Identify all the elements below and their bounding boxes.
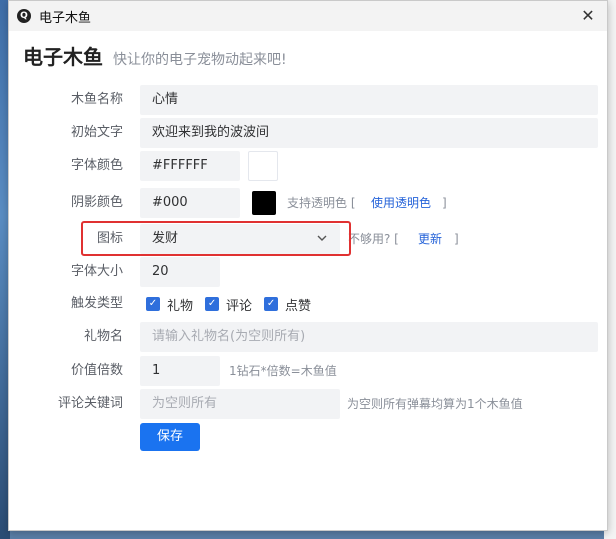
check-icon: ✓ xyxy=(146,297,160,311)
gift-name-label: 礼物名 xyxy=(83,329,123,344)
check-icon: ✓ xyxy=(264,297,279,311)
shadow-color-label: 阴影颜色 xyxy=(70,195,123,210)
not-enough-hint: 不够用? [ xyxy=(348,232,399,246)
page-subtitle: 快让你的电子宠物动起来吧! xyxy=(113,52,287,68)
update-link[interactable]: 更新 xyxy=(418,224,442,254)
font-size-input[interactable]: 20 xyxy=(140,257,220,287)
value-multiplier-input[interactable]: 1 xyxy=(140,356,220,386)
comment-keyword-hint: 为空则所有弹幕均算为1个木鱼值 xyxy=(347,397,523,411)
app-window: Q 电子木鱼 ✕ 电子木鱼 快让你的电子宠物动起来吧! 木鱼名称 心情 初始文字… xyxy=(8,0,608,531)
like-checkbox[interactable]: ✓ 点赞 xyxy=(264,295,311,314)
shadow-color-swatch xyxy=(252,191,276,215)
font-color-row: 字体颜色 #FFFFFF xyxy=(9,151,609,181)
page-title: 电子木鱼 xyxy=(23,45,103,69)
font-color-input[interactable]: #FFFFFF xyxy=(140,151,240,181)
name-row: 木鱼名称 心情 xyxy=(9,85,609,115)
shadow-color-input[interactable]: #000 xyxy=(140,188,240,218)
close-button[interactable]: ✕ xyxy=(577,5,599,27)
comment-keyword-input[interactable]: 为空则所有 xyxy=(140,389,340,419)
gift-name-input[interactable]: 请输入礼物名(为空则所有) xyxy=(140,322,598,352)
name-label: 木鱼名称 xyxy=(70,92,123,107)
font-color-swatch xyxy=(251,155,275,179)
initial-text-input[interactable]: 欢迎来到我的波波间 xyxy=(140,118,598,148)
shadow-color-picker[interactable] xyxy=(248,188,278,218)
window-title: 电子木鱼 xyxy=(39,10,92,26)
initial-text-row: 初始文字 欢迎来到我的波波间 xyxy=(9,118,609,148)
app-logo-icon: Q xyxy=(17,9,31,23)
trigger-type-row: 触发类型 ✓ 礼物 ✓ 评论 ✓ 点赞 xyxy=(9,289,609,319)
gift-checkbox[interactable]: ✓ 礼物 xyxy=(146,295,193,314)
value-multiplier-row: 价值倍数 1 1钻石*倍数=木鱼值 xyxy=(9,356,609,386)
use-transparent-link[interactable]: 使用透明色 xyxy=(371,188,431,218)
gift-name-row: 礼物名 请输入礼物名(为空则所有) xyxy=(9,322,609,352)
save-button[interactable]: 保存 xyxy=(140,423,200,451)
comment-keyword-label: 评论关键词 xyxy=(57,396,123,411)
trigger-type-label: 触发类型 xyxy=(70,296,123,311)
transparent-hint: 支持透明色 [ xyxy=(287,196,356,210)
comment-keyword-row: 评论关键词 为空则所有 为空则所有弹幕均算为1个木鱼值 xyxy=(9,389,609,419)
title-bar: Q 电子木鱼 ✕ xyxy=(9,1,607,31)
font-color-picker[interactable] xyxy=(248,151,278,181)
value-multiplier-hint: 1钻石*倍数=木鱼值 xyxy=(229,364,337,378)
update-hint-end: ] xyxy=(454,232,459,246)
trigger-type-checkboxes: ✓ 礼物 ✓ 评论 ✓ 点赞 xyxy=(146,289,323,319)
font-size-row: 字体大小 20 xyxy=(9,257,609,287)
initial-text-label: 初始文字 xyxy=(70,125,123,140)
font-color-label: 字体颜色 xyxy=(70,158,123,173)
page-header: 电子木鱼 快让你的电子宠物动起来吧! xyxy=(9,31,607,75)
name-input[interactable]: 心情 xyxy=(140,85,598,115)
font-size-label: 字体大小 xyxy=(70,264,123,279)
icon-row-highlight xyxy=(81,221,351,256)
value-multiplier-label: 价值倍数 xyxy=(70,363,123,378)
check-icon: ✓ xyxy=(205,297,220,311)
shadow-color-row: 阴影颜色 #000 支持透明色 [ 使用透明色 ] xyxy=(9,188,609,218)
comment-checkbox[interactable]: ✓ 评论 xyxy=(205,295,252,314)
transparent-hint-end: ] xyxy=(442,196,447,210)
